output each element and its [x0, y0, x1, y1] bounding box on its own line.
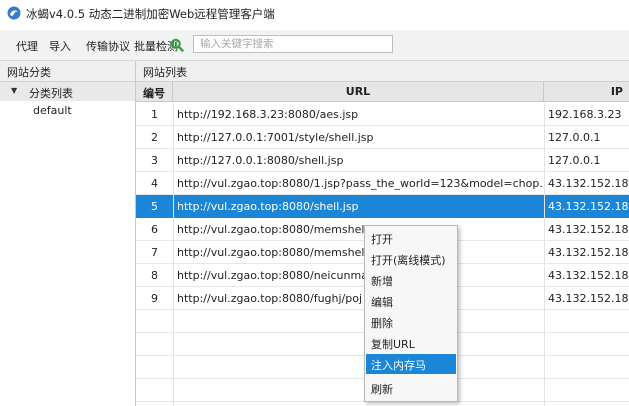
- menu-item-label: 删除: [371, 317, 393, 330]
- row-number: 9: [151, 292, 158, 305]
- menu-item-edit[interactable]: 编辑: [366, 291, 456, 311]
- menu-item-label: 编辑: [371, 296, 393, 309]
- table-row[interactable]: 4 http://vul.zgao.top:8080/1.jsp?pass_th…: [136, 172, 629, 195]
- column-header-ip[interactable]: IP: [544, 82, 629, 102]
- row-ip: 127.0.0.1: [548, 154, 601, 167]
- menu-item-open[interactable]: 打开: [366, 228, 456, 248]
- row-ip: 43.132.152.18: [548, 246, 629, 259]
- table-row-selected[interactable]: 5 http://vul.zgao.top:8080/shell.jsp 43.…: [136, 195, 629, 218]
- proxy-menu[interactable]: 代理: [16, 38, 38, 54]
- menu-item-copy-url[interactable]: 复制URL: [366, 333, 456, 353]
- row-number: 4: [151, 177, 158, 190]
- row-number: 5: [151, 200, 158, 213]
- menu-item-inject-memshell[interactable]: 注入内存马: [366, 354, 456, 374]
- category-panel-header: 网站分类: [0, 61, 135, 82]
- transport-protocol-menu[interactable]: 传输协议: [86, 38, 130, 54]
- row-url: http://vul.zgao.top:8080/shell.jsp: [177, 200, 359, 213]
- row-url: http://vul.zgao.top:8080/memshell: [177, 223, 368, 236]
- scorpion-icon: [7, 6, 21, 20]
- menu-item-label: 打开(离线模式): [371, 254, 446, 267]
- table-row[interactable]: 2 http://127.0.0.1:7001/style/shell.jsp …: [136, 126, 629, 149]
- row-url: http://192.168.3.23:8080/aes.jsp: [177, 108, 359, 121]
- menu-item-delete[interactable]: 删除: [366, 312, 456, 332]
- menu-item-label: 复制URL: [371, 338, 415, 351]
- row-ip: 43.132.152.18: [548, 223, 629, 236]
- column-divider: [544, 103, 545, 406]
- row-ip: 43.132.152.18: [548, 177, 629, 190]
- row-ip: 43.132.152.18: [548, 269, 629, 282]
- tree-category-list[interactable]: ▼ 分类列表: [0, 82, 135, 101]
- site-list-title: 网站列表: [143, 66, 187, 79]
- menu-item-add[interactable]: 新增: [366, 270, 456, 290]
- column-header-url[interactable]: URL: [173, 82, 544, 102]
- row-url: http://vul.zgao.top:8080/1.jsp?pass_the_…: [177, 177, 543, 190]
- context-menu: 打开 打开(离线模式) 新增 编辑 删除 复制URL 注入内存马 刷新: [364, 225, 458, 402]
- row-url: http://vul.zgao.top:8080/neicunma: [177, 269, 368, 282]
- row-ip: 43.132.152.18: [548, 200, 629, 213]
- row-number: 1: [151, 108, 158, 121]
- site-list-header: 网站列表: [136, 61, 629, 82]
- tree-item-default[interactable]: default: [33, 104, 72, 117]
- title-bar: 冰蝎v4.0.5 动态二进制加密Web远程管理客户端: [0, 0, 629, 26]
- tree-category-label: 分类列表: [29, 87, 73, 100]
- search-icon[interactable]: [170, 38, 184, 52]
- column-header-number[interactable]: 编号: [136, 82, 173, 102]
- row-number: 7: [151, 246, 158, 259]
- row-ip: 43.132.152.18: [548, 292, 629, 305]
- column-divider: [173, 103, 174, 406]
- row-ip: 192.168.3.23: [548, 108, 622, 121]
- menu-item-label: 刷新: [371, 383, 393, 396]
- row-number: 2: [151, 131, 158, 144]
- window-title: 冰蝎v4.0.5 动态二进制加密Web远程管理客户端: [26, 7, 275, 21]
- category-panel-title: 网站分类: [7, 66, 51, 79]
- row-url: http://vul.zgao.top:8080/memshell: [177, 246, 368, 259]
- row-number: 3: [151, 154, 158, 167]
- search-input[interactable]: [193, 35, 393, 53]
- row-ip: 127.0.0.1: [548, 131, 601, 144]
- row-url: http://127.0.0.1:7001/style/shell.jsp: [177, 131, 374, 144]
- row-url: http://vul.zgao.top:8080/fughj/poj: [177, 292, 363, 305]
- table-row[interactable]: 1 http://192.168.3.23:8080/aes.jsp 192.1…: [136, 103, 629, 126]
- table-row[interactable]: 3 http://127.0.0.1:8080/shell.jsp 127.0.…: [136, 149, 629, 172]
- import-menu[interactable]: 导入: [49, 38, 71, 54]
- menu-item-label: 打开: [371, 233, 393, 246]
- triangle-down-icon[interactable]: ▼: [11, 86, 17, 95]
- row-number: 8: [151, 269, 158, 282]
- row-url: http://127.0.0.1:8080/shell.jsp: [177, 154, 344, 167]
- site-category-panel: 网站分类 ▼ 分类列表 default: [0, 61, 136, 406]
- menu-item-label: 注入内存马: [371, 359, 426, 372]
- row-number: 6: [151, 223, 158, 236]
- menu-item-refresh[interactable]: 刷新: [366, 378, 456, 398]
- menu-item-open-offline[interactable]: 打开(离线模式): [366, 249, 456, 269]
- menu-item-label: 新增: [371, 275, 393, 288]
